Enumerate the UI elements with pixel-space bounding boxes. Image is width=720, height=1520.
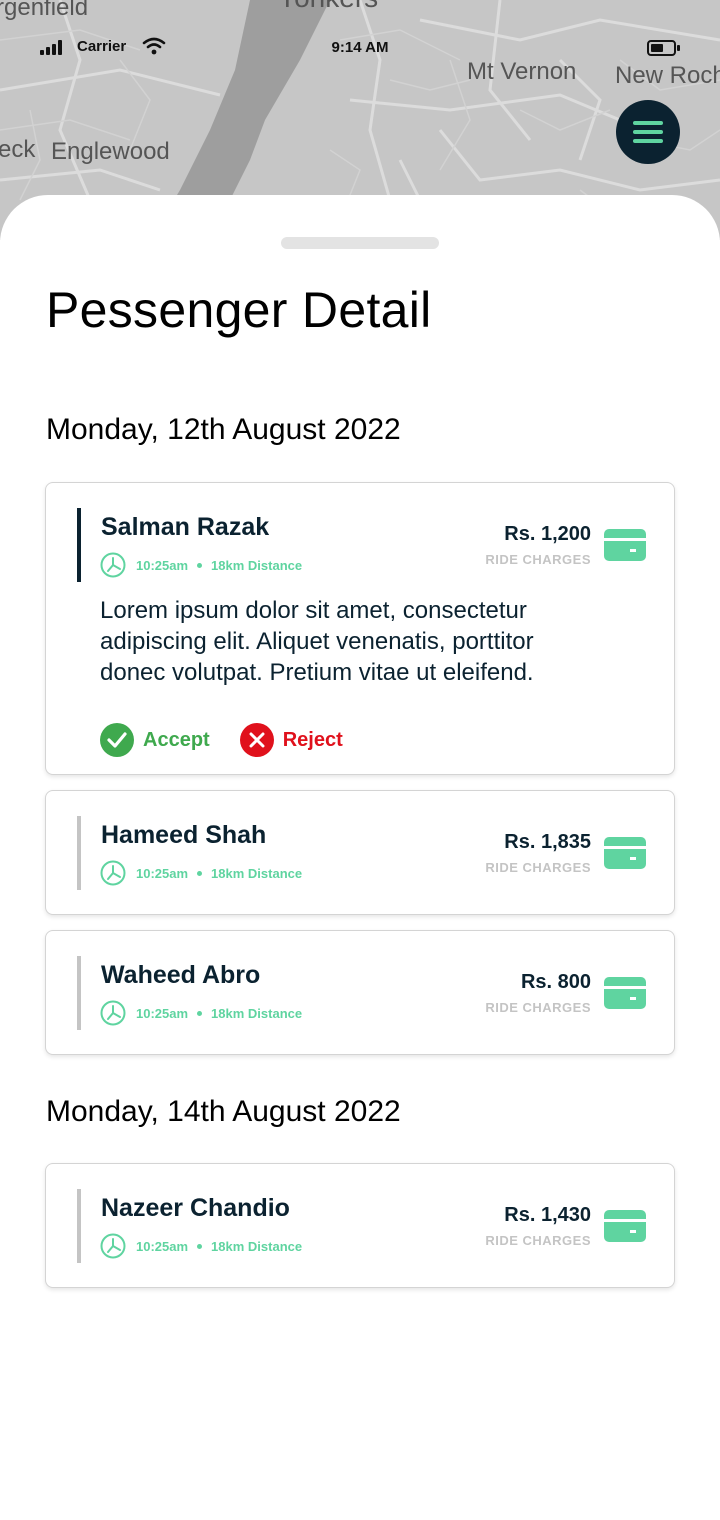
passenger-name: Salman Razak — [101, 513, 270, 541]
card-accent-bar — [77, 816, 81, 890]
status-bar: Carrier 9:14 AM — [0, 30, 720, 66]
accept-button[interactable]: Accept — [100, 723, 210, 757]
ride-price: Rs. 1,200 — [504, 523, 591, 545]
separator-dot — [197, 562, 203, 568]
ride-distance: 18km Distance — [211, 1005, 303, 1021]
page-title: Pessenger Detail — [46, 282, 432, 338]
map-label-new-rochelle: New Roch — [615, 62, 720, 89]
ride-distance: 18km Distance — [211, 557, 303, 573]
map-label-yonkers: Yonkers — [278, 0, 378, 14]
passenger-name: Nazeer Chandio — [101, 1194, 290, 1222]
passenger-name: Waheed Abro — [101, 961, 261, 989]
wallet-icon — [604, 1210, 646, 1242]
ride-distance: 18km Distance — [211, 865, 303, 881]
ride-actions: Accept Reject — [100, 723, 373, 757]
battery-icon — [647, 40, 680, 56]
ride-card-expanded[interactable]: Salman Razak 10:25am 18km Distance Rs. 1… — [45, 482, 675, 775]
reject-label: Reject — [282, 728, 343, 751]
passenger-detail-sheet: Pessenger Detail Monday, 12th August 202… — [0, 195, 720, 1520]
ride-card[interactable]: Nazeer Chandio 10:25am 18km Distance Rs.… — [45, 1163, 675, 1288]
card-accent-bar — [77, 1189, 81, 1263]
wallet-icon — [604, 977, 646, 1009]
map-label-englewood: Englewood — [51, 138, 170, 165]
clock-icon — [100, 860, 126, 886]
reject-button[interactable]: Reject — [239, 723, 343, 757]
sheet-drag-handle[interactable] — [281, 237, 439, 249]
map-label-teaneck: eck — [0, 136, 36, 163]
date-heading: Monday, 14th August 2022 — [46, 1095, 401, 1128]
ride-charges-label: RIDE CHARGES — [485, 1233, 591, 1248]
ride-distance: 18km Distance — [211, 1238, 303, 1254]
wallet-icon — [604, 529, 646, 561]
accept-label: Accept — [143, 728, 210, 751]
date-heading: Monday, 12th August 2022 — [46, 413, 401, 446]
hamburger-menu-icon — [633, 121, 663, 143]
card-accent-bar — [77, 956, 81, 1030]
separator-dot — [197, 1010, 203, 1016]
menu-button[interactable] — [616, 100, 680, 164]
ride-time: 10:25am — [136, 1238, 189, 1254]
separator-dot — [197, 870, 203, 876]
ride-card[interactable]: Waheed Abro 10:25am 18km Distance Rs. 80… — [45, 930, 675, 1055]
wallet-icon — [604, 837, 646, 869]
clock-icon — [100, 1233, 126, 1259]
ride-time: 10:25am — [136, 1005, 189, 1021]
close-icon — [239, 723, 274, 757]
ride-price: Rs. 1,430 — [504, 1204, 591, 1226]
ride-price: Rs. 1,835 — [504, 831, 591, 853]
ride-description: Lorem ipsum dolor sit amet, consectetur … — [100, 597, 534, 686]
card-accent-bar — [77, 508, 81, 582]
ride-price: Rs. 800 — [520, 971, 591, 993]
ride-charges-label: RIDE CHARGES — [485, 860, 591, 875]
clock-icon — [100, 552, 126, 578]
ride-charges-label: RIDE CHARGES — [485, 1000, 591, 1015]
ride-time: 10:25am — [136, 865, 189, 881]
status-time: 9:14 AM — [331, 39, 389, 56]
ride-meta: 10:25am 18km Distance — [100, 1000, 302, 1026]
passenger-name: Hameed Shah — [101, 821, 267, 849]
check-icon — [100, 723, 134, 757]
map-label-bergenfield: rgenfield — [0, 0, 89, 21]
separator-dot — [197, 1243, 203, 1249]
ride-meta: 10:25am 18km Distance — [100, 1233, 302, 1259]
ride-charges-label: RIDE CHARGES — [485, 552, 591, 567]
ride-meta: 10:25am 18km Distance — [100, 552, 302, 578]
ride-meta: 10:25am 18km Distance — [100, 860, 302, 886]
clock-icon — [100, 1000, 126, 1026]
ride-card[interactable]: Hameed Shah 10:25am 18km Distance Rs. 1,… — [45, 790, 675, 915]
ride-time: 10:25am — [136, 557, 189, 573]
